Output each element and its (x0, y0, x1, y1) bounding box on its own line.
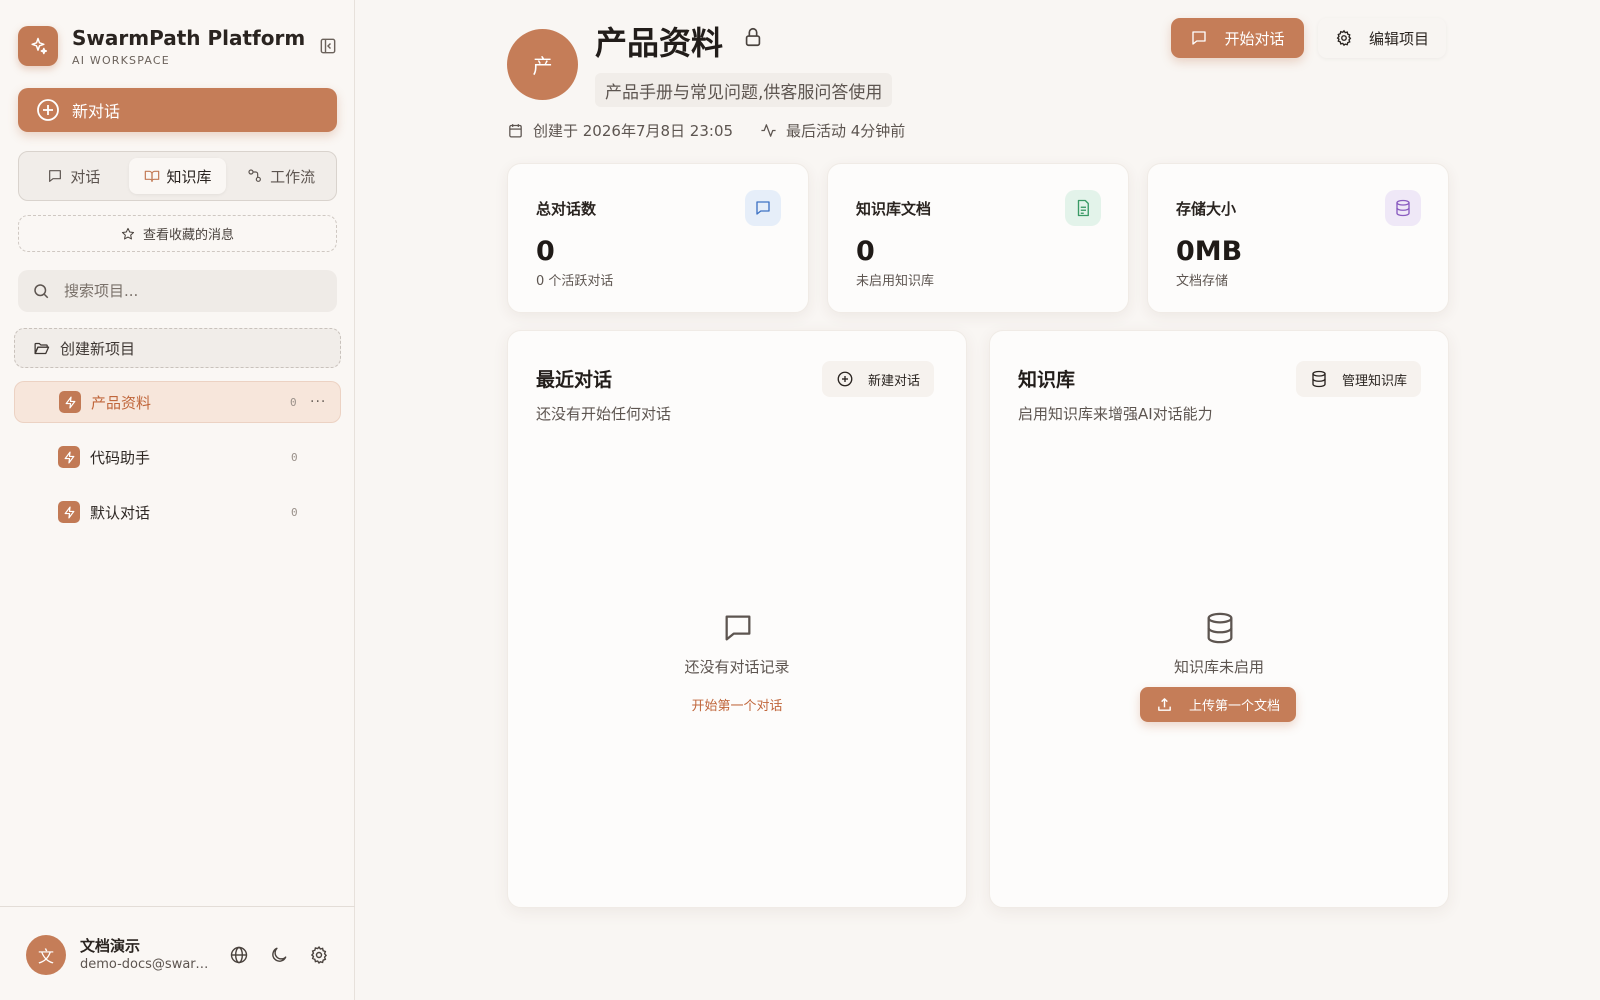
globe-icon[interactable] (229, 945, 249, 965)
recent-chats-panel: 最近对话 还没有开始任何对话 新建对话 还没有对话记录 开始第一个对话 (507, 330, 967, 908)
start-first-chat-link[interactable]: 开始第一个对话 (508, 695, 966, 714)
page-title: 产品资料 (595, 24, 724, 62)
project-count: 0 (291, 450, 298, 464)
sparkles-icon (18, 26, 58, 66)
tab-chats[interactable]: 对话 (25, 158, 123, 194)
panel-title: 最近对话 (536, 369, 613, 391)
start-chat-button[interactable]: 开始对话 (1171, 18, 1304, 58)
zap-icon (59, 391, 81, 413)
create-project-label: 创建新项目 (60, 339, 136, 358)
calendar-icon (509, 124, 522, 138)
moon-icon[interactable] (269, 945, 289, 965)
created-text: 创建于 2026年7月8日 23:05 (533, 122, 734, 140)
project-count: 0 (291, 505, 298, 519)
tab-label: 工作流 (270, 167, 316, 186)
edit-project-label: 编辑项目 (1368, 29, 1429, 48)
create-project-button[interactable]: 创建新项目 (14, 328, 341, 368)
starred-label: 查看收藏的消息 (142, 228, 234, 243)
new-chat-button[interactable]: 新对话 (18, 88, 337, 132)
brand: SwarmPath Platform AI WORKSPACE (18, 26, 338, 70)
new-chat-panel-button[interactable]: 新建对话 (822, 361, 935, 397)
tab-label: 对话 (70, 167, 101, 186)
file-text-icon (1065, 190, 1101, 226)
sidebar-collapse-icon[interactable] (318, 36, 338, 56)
workflow-icon (248, 169, 262, 182)
activity-icon (761, 124, 776, 137)
user-email: demo-docs@swarmpath.ai (80, 957, 210, 972)
search-input[interactable] (64, 282, 314, 300)
plus-circle-icon (837, 371, 853, 387)
database-icon (1385, 190, 1421, 226)
knowledge-base-panel: 知识库 启用知识库来增强AI对话能力 管理知识库 知识库未启用 上传第一个文档 (989, 330, 1449, 908)
project-name: 产品资料 (91, 393, 152, 412)
message-square-icon (1192, 31, 1207, 45)
stat-sub: 文档存储 (1176, 274, 1229, 289)
lock-icon (742, 26, 764, 48)
upload-first-doc-button[interactable]: 上传第一个文档 (1140, 687, 1296, 722)
project-count: 0 (290, 395, 297, 409)
message-square-icon (721, 611, 755, 645)
project-description: 产品手册与常见问题,供客服问答使用 (595, 73, 893, 107)
project-name: 默认对话 (90, 503, 151, 522)
last-activity: 最后活动 4分钟前 (760, 120, 905, 141)
stat-card-storage: 存储大小 0MB 文档存储 (1147, 163, 1449, 313)
user-avatar[interactable]: 文 (26, 935, 66, 975)
project-item-product-docs[interactable]: 产品资料 0 ··· (14, 381, 341, 423)
stat-value: 0MB (1176, 236, 1243, 267)
panel-title: 知识库 (1018, 369, 1076, 391)
stat-sub: 未启用知识库 (856, 274, 935, 289)
message-square-icon (745, 190, 781, 226)
project-item-default-chat[interactable]: 默认对话 0 (14, 491, 341, 533)
sidebar: SwarmPath Platform AI WORKSPACE 新对话 对话 知… (0, 0, 355, 1000)
database-icon (1312, 370, 1326, 388)
gear-icon[interactable] (309, 945, 329, 965)
starred-messages-button[interactable]: 查看收藏的消息 (18, 215, 337, 252)
book-open-icon (144, 170, 159, 182)
search-icon (34, 284, 49, 299)
project-search (18, 270, 337, 312)
folder-open-icon (34, 342, 50, 354)
panel-subtitle: 启用知识库来增强AI对话能力 (1018, 405, 1213, 423)
upload-icon (1158, 698, 1171, 711)
gear-icon (1336, 29, 1352, 47)
more-options-icon[interactable]: ··· (310, 394, 340, 410)
stat-sub: 0 个活跃对话 (536, 274, 614, 289)
edit-project-button[interactable]: 编辑项目 (1318, 18, 1446, 58)
project-avatar: 产 (507, 29, 578, 100)
user-name: 文档演示 (80, 937, 141, 955)
tab-knowledge-base[interactable]: 知识库 (128, 158, 227, 194)
zap-icon (58, 501, 80, 523)
star-icon (121, 227, 135, 239)
sidebar-tabs: 对话 知识库 工作流 (18, 151, 337, 201)
stat-label: 总对话数 (536, 200, 597, 218)
empty-state-text: 知识库未启用 (1173, 658, 1264, 676)
panel-subtitle: 还没有开始任何对话 (536, 405, 672, 423)
message-square-icon (49, 170, 62, 182)
manage-kb-label: 管理知识库 (1342, 373, 1408, 389)
new-chat-panel-label: 新建对话 (868, 373, 921, 389)
start-chat-label: 开始对话 (1224, 29, 1285, 48)
last-activity-text: 最后活动 4分钟前 (786, 122, 906, 140)
manage-kb-button[interactable]: 管理知识库 (1296, 361, 1422, 397)
tab-label: 知识库 (166, 167, 212, 186)
stat-label: 存储大小 (1176, 200, 1237, 218)
brand-subtitle: AI WORKSPACE (72, 54, 170, 67)
new-chat-label: 新对话 (72, 102, 121, 121)
project-item-code-assistant[interactable]: 代码助手 0 (14, 436, 341, 478)
stat-card-total-chats: 总对话数 0 0 个活跃对话 (507, 163, 809, 313)
plus-circle-icon (37, 99, 59, 121)
stat-card-kb-docs: 知识库文档 0 未启用知识库 (827, 163, 1129, 313)
database-icon (1203, 611, 1237, 645)
user-bar: 文 文档演示 demo-docs@swarmpath.ai (0, 906, 355, 1000)
empty-state-text: 还没有对话记录 (684, 658, 790, 676)
stat-value: 0 (856, 236, 875, 267)
brand-title: SwarmPath Platform (72, 26, 306, 50)
zap-icon (58, 446, 80, 468)
upload-label: 上传第一个文档 (1188, 699, 1280, 714)
stat-label: 知识库文档 (856, 200, 932, 218)
created-date: 创建于 2026年7月8日 23:05 (507, 120, 733, 141)
tab-workflows[interactable]: 工作流 (232, 158, 330, 194)
project-name: 代码助手 (90, 448, 151, 467)
stat-value: 0 (536, 236, 555, 267)
